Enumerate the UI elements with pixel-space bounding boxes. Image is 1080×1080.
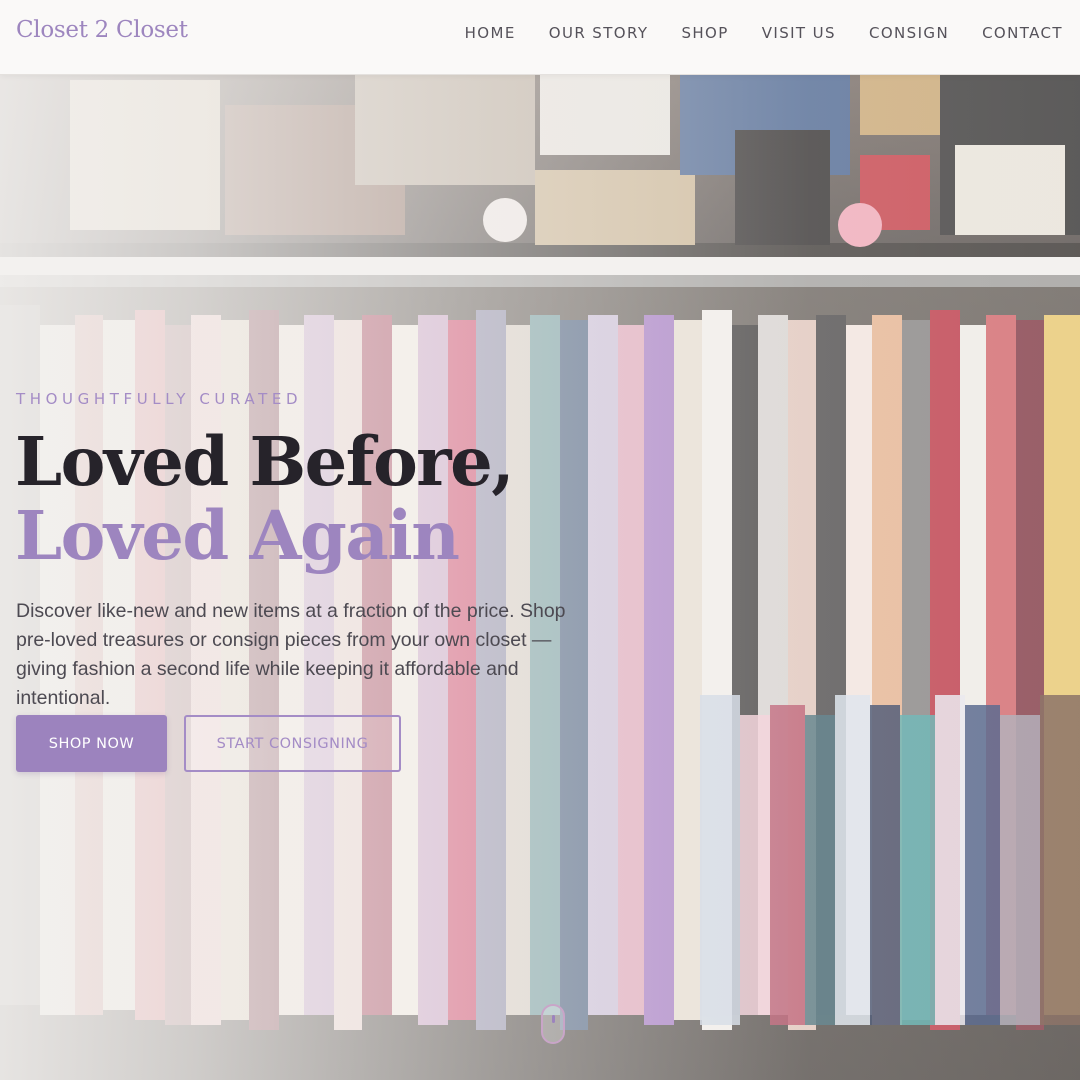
- hero-eyebrow: THOUGHTFULLY CURATED: [16, 390, 303, 408]
- headline-line-2: Loved Again: [15, 496, 460, 575]
- hero-overlay: [0, 75, 1080, 1080]
- nav-contact[interactable]: CONTACT: [982, 24, 1063, 42]
- headline-line-1: Loved Before,: [15, 422, 515, 501]
- hero-section: THOUGHTFULLY CURATED Loved Before, Loved…: [0, 75, 1080, 1080]
- nav-shop[interactable]: SHOP: [681, 24, 728, 42]
- shop-now-button[interactable]: SHOP NOW: [16, 715, 167, 772]
- main-nav: HOME OUR STORY SHOP VISIT US CONSIGN CON…: [465, 24, 1063, 42]
- mouse-scroll-icon[interactable]: [541, 1004, 565, 1044]
- site-header: Closet 2 Closet HOME OUR STORY SHOP VISI…: [0, 0, 1080, 75]
- hero-description: Discover like-new and new items at a fra…: [16, 600, 566, 709]
- nav-visit-us[interactable]: VISIT US: [762, 24, 836, 42]
- nav-consign[interactable]: CONSIGN: [869, 24, 949, 42]
- hero-headline: Loved Before, Loved Again: [15, 422, 515, 575]
- site-logo[interactable]: Closet 2 Closet: [16, 17, 188, 43]
- scroll-wheel-dot: [552, 1015, 555, 1023]
- nav-home[interactable]: HOME: [465, 24, 516, 42]
- start-consigning-button[interactable]: START CONSIGNING: [184, 715, 401, 772]
- nav-our-story[interactable]: OUR STORY: [549, 24, 649, 42]
